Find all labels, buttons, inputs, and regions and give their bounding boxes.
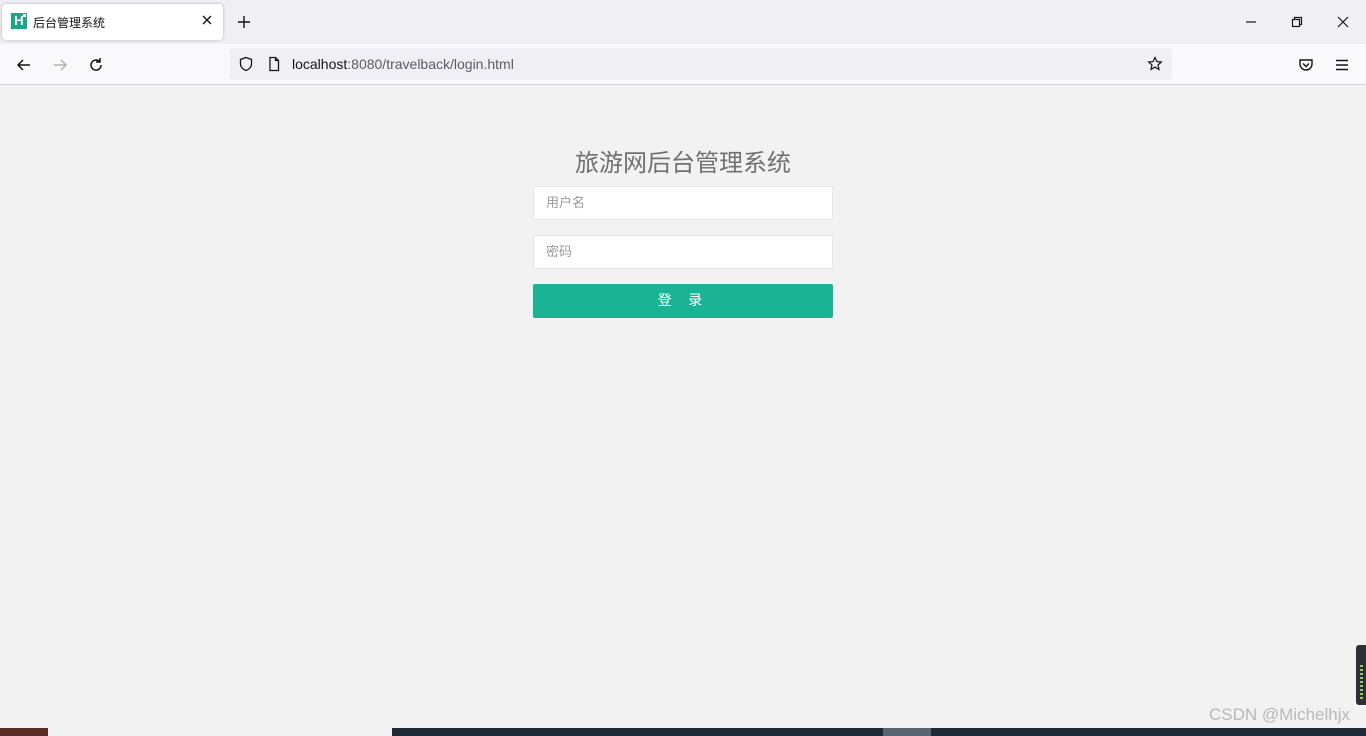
- arrow-right-icon[interactable]: [51, 56, 69, 74]
- password-input[interactable]: [534, 236, 832, 268]
- star-icon[interactable]: [1147, 56, 1163, 72]
- browser-tab[interactable]: H 后台管理系统: [2, 4, 223, 40]
- favicon-icon: H: [11, 13, 27, 29]
- username-field[interactable]: [533, 186, 833, 220]
- page-icon[interactable]: [266, 56, 282, 72]
- username-input[interactable]: [534, 187, 832, 219]
- taskbar-search[interactable]: [48, 728, 392, 736]
- tab-title: 后台管理系统: [33, 16, 106, 30]
- url-bar[interactable]: localhost:8080/travelback/login.html: [230, 48, 1172, 80]
- watermark: CSDN @Michelhjx: [1208, 705, 1350, 724]
- reload-icon[interactable]: [87, 56, 105, 74]
- taskbar: [0, 728, 1366, 736]
- pocket-icon[interactable]: [1297, 56, 1315, 74]
- minimize-icon[interactable]: [1243, 14, 1259, 30]
- hamburger-icon[interactable]: [1333, 56, 1351, 74]
- password-field[interactable]: [533, 235, 833, 269]
- arrow-left-icon[interactable]: [15, 56, 33, 74]
- page-title: 旅游网后台管理系统: [575, 149, 791, 177]
- url-path: :8080/travelback/login.html: [347, 56, 514, 72]
- login-button[interactable]: 登 录: [533, 284, 833, 318]
- side-widget[interactable]: [1356, 645, 1366, 705]
- level-bar: [1360, 665, 1363, 699]
- shield-icon[interactable]: [238, 56, 254, 72]
- restore-icon[interactable]: [1289, 14, 1305, 30]
- taskbar-app[interactable]: [883, 728, 931, 736]
- url-host: localhost: [292, 56, 348, 72]
- tab-strip: H 后台管理系统: [0, 0, 1366, 44]
- plus-icon[interactable]: [236, 14, 252, 30]
- taskbar-start[interactable]: [0, 728, 48, 736]
- page-content: 旅游网后台管理系统 登 录 CSDN @Michelhjx: [0, 85, 1366, 728]
- close-icon[interactable]: [199, 12, 215, 28]
- url-text[interactable]: localhost:8080/travelback/login.html: [292, 56, 514, 72]
- window-close-icon[interactable]: [1335, 14, 1351, 30]
- nav-bar: localhost:8080/travelback/login.html: [0, 44, 1366, 85]
